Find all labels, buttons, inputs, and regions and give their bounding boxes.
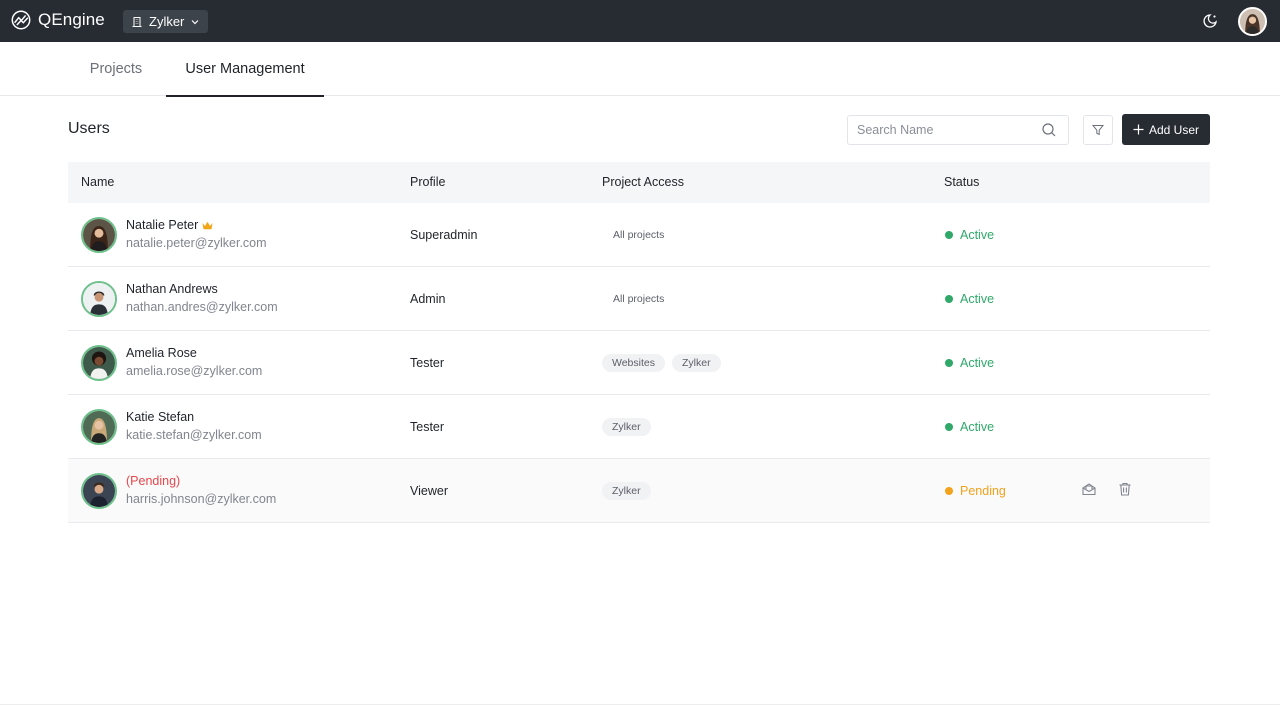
status-badge: Active (945, 228, 994, 242)
search-icon[interactable] (1041, 122, 1057, 138)
avatar (81, 281, 117, 317)
org-name: Zylker (149, 14, 185, 29)
user-name: Katie Stefan (126, 410, 195, 424)
tab-user-management[interactable]: User Management (166, 42, 324, 97)
add-user-label: Add User (1148, 122, 1200, 137)
users-table: Name Profile Project Access Status Natal… (68, 162, 1210, 523)
avatar (81, 217, 117, 253)
column-header-name[interactable]: Name (81, 175, 114, 189)
access-chip: Zylker (602, 418, 651, 436)
tab-bar: Projects User Management (0, 42, 1280, 97)
status-badge: Active (945, 356, 994, 370)
user-profile: Tester (410, 420, 445, 434)
user-name: Amelia Rose (126, 346, 197, 360)
access-chip: Zylker (672, 354, 721, 372)
status-dot (945, 487, 953, 495)
avatar (81, 345, 117, 381)
user-email: harris.johnson@zylker.com (126, 492, 277, 506)
column-header-profile[interactable]: Profile (410, 175, 445, 189)
status-badge: Active (945, 420, 994, 434)
avatar (81, 409, 117, 445)
trash-icon[interactable] (1117, 481, 1133, 497)
user-name: Natalie Peter (126, 218, 213, 232)
user-profile: Viewer (410, 484, 448, 498)
user-email: natalie.peter@zylker.com (126, 236, 267, 250)
user-email: nathan.andres@zylker.com (126, 300, 278, 314)
status-dot (945, 423, 953, 431)
project-access: Zylker (602, 418, 651, 436)
table-row[interactable]: Amelia Rose amelia.rose@zylker.com Teste… (68, 331, 1210, 395)
project-access: All projects (602, 226, 675, 244)
column-header-project-access[interactable]: Project Access (602, 175, 684, 189)
filter-icon (1092, 125, 1104, 136)
search-input[interactable] (857, 116, 1037, 144)
user-name: Nathan Andrews (126, 282, 218, 296)
org-switcher[interactable]: Zylker (123, 10, 209, 33)
user-profile: Admin (410, 292, 446, 306)
table-row[interactable]: Natalie Peter natalie.peter@zylker.com S… (68, 203, 1210, 267)
plus-icon (1133, 124, 1144, 135)
footer-divider (0, 704, 1280, 705)
status-badge: Active (945, 292, 994, 306)
project-access: Websites Zylker (602, 354, 721, 372)
status-badge: Pending (945, 484, 1006, 498)
resend-invite-icon[interactable] (1081, 481, 1097, 497)
qengine-logo-icon (11, 10, 31, 30)
status-dot (945, 359, 953, 367)
filter-button[interactable] (1083, 115, 1113, 145)
page-title: Users (68, 120, 110, 137)
theme-toggle-icon[interactable] (1201, 12, 1219, 30)
user-profile: Superadmin (410, 228, 478, 242)
project-access: All projects (602, 290, 675, 308)
top-bar: QEngine Zylker (0, 0, 1280, 42)
avatar (81, 473, 117, 509)
column-header-status[interactable]: Status (944, 175, 979, 189)
search-box (847, 115, 1069, 145)
user-name: (Pending) (126, 474, 181, 488)
project-access: Zylker (602, 482, 651, 500)
building-icon (132, 16, 142, 27)
table-row[interactable]: Nathan Andrews nathan.andres@zylker.com … (68, 267, 1210, 331)
status-dot (945, 231, 953, 239)
app-name: QEngine (38, 10, 105, 29)
access-chip: All projects (613, 293, 665, 305)
tab-projects[interactable]: Projects (68, 42, 164, 96)
access-chip: All projects (613, 229, 665, 241)
add-user-button[interactable]: Add User (1122, 114, 1210, 145)
table-header: Name Profile Project Access Status (68, 162, 1210, 203)
row-actions (1081, 481, 1133, 497)
status-dot (945, 295, 953, 303)
user-email: katie.stefan@zylker.com (126, 428, 262, 442)
crown-icon (202, 221, 213, 229)
table-row[interactable]: Katie Stefan katie.stefan@zylker.com Tes… (68, 395, 1210, 459)
brand[interactable]: QEngine (10, 9, 105, 31)
user-email: amelia.rose@zylker.com (126, 364, 263, 378)
table-row[interactable]: (Pending) harris.johnson@zylker.com View… (68, 459, 1210, 523)
user-avatar[interactable] (1238, 7, 1267, 36)
user-profile: Tester (410, 356, 445, 370)
access-chip: Zylker (602, 482, 651, 500)
access-chip: Websites (602, 354, 665, 372)
chevron-down-icon (191, 19, 199, 24)
